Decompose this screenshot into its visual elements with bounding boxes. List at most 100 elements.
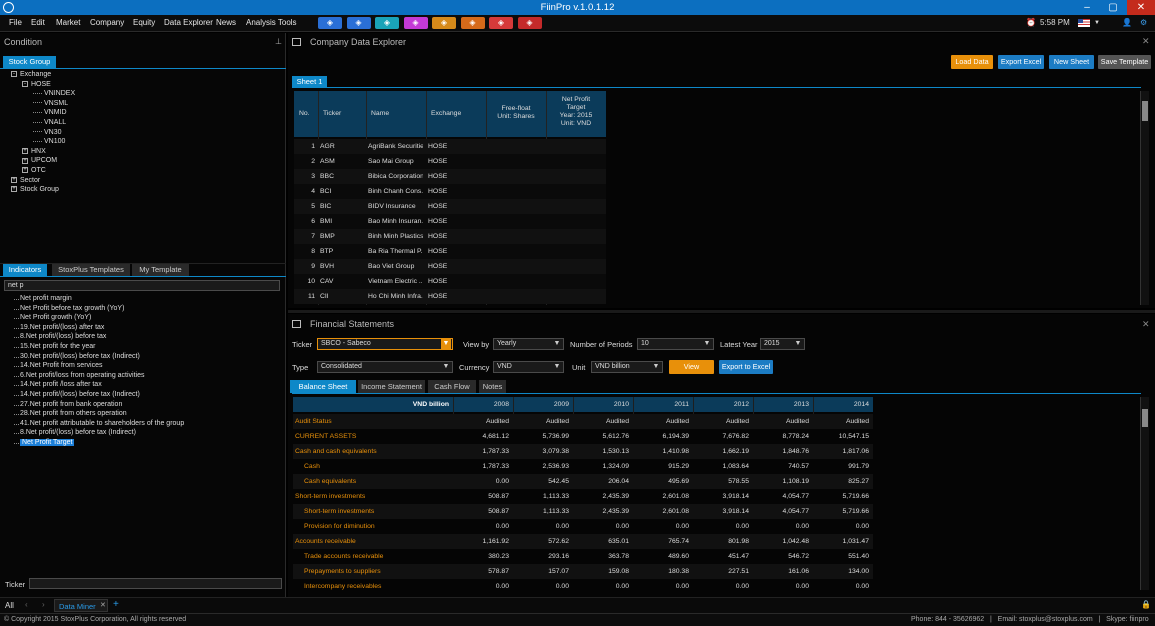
indicator-item[interactable]: 8.Net profit/(loss) before tax (Indirect… (20, 429, 136, 436)
save-template-button[interactable]: Save Template (1098, 55, 1151, 69)
year-header[interactable]: 2011 (633, 401, 689, 408)
alarm-icon[interactable]: ⏰ (1026, 18, 1036, 27)
year-header[interactable]: 2010 (573, 401, 629, 408)
tab-stoxplus-templates[interactable]: StoxPlus Templates (52, 264, 130, 276)
year-header[interactable]: 2008 (453, 401, 509, 408)
menu-edit[interactable]: Edit (31, 18, 45, 27)
expand-icon[interactable]: + (22, 147, 28, 154)
tab-indicators[interactable]: Indicators (3, 264, 47, 276)
chevron-right-icon[interactable]: › (42, 600, 45, 609)
expand-icon[interactable]: + (22, 157, 28, 164)
menu-company[interactable]: Company (90, 18, 124, 27)
tree-node[interactable]: + Stock Group (11, 186, 59, 193)
viewby-select[interactable]: Yearly ▼ (493, 338, 564, 350)
indicator-search-input[interactable]: net p (4, 280, 280, 291)
expand-icon[interactable]: - (22, 80, 28, 87)
quick-access-button-1[interactable]: ◈ (318, 17, 342, 29)
quick-access-button-6[interactable]: ◈ (460, 17, 485, 29)
tree-node[interactable]: VN30 (33, 129, 62, 136)
indicator-item[interactable]: 6.Net profit/loss from operating activit… (20, 372, 145, 379)
minimize-button[interactable]: – (1074, 0, 1100, 15)
close-button[interactable]: ✕ (1127, 0, 1155, 15)
quick-access-button-2[interactable]: ◈ (346, 17, 371, 29)
fs-scrollbar[interactable] (1140, 397, 1149, 590)
expand-icon[interactable]: + (22, 167, 28, 174)
expand-icon[interactable]: - (11, 71, 17, 78)
indicator-item[interactable]: 28.Net profit from others operation (20, 410, 127, 417)
indicator-item[interactable]: 14.Net profit/(loss) before tax (Indirec… (20, 391, 140, 398)
tree-node[interactable]: VNALL (33, 119, 66, 126)
new-sheet-button[interactable]: New Sheet (1049, 55, 1094, 69)
user-icon[interactable]: 👤 (1122, 18, 1132, 27)
export-to-excel-button[interactable]: Export to Excel (719, 360, 773, 374)
latest-year-select[interactable]: 2015 ▼ (760, 338, 805, 350)
indicator-item[interactable]: Net Profit Target (20, 439, 75, 446)
indicator-item[interactable]: 41.Net profit attributable to shareholde… (20, 420, 184, 427)
quick-access-button-5[interactable]: ◈ (432, 17, 456, 29)
tree-node[interactable]: + HNX (22, 148, 46, 155)
tree-node[interactable]: + Sector (11, 177, 40, 184)
all-tabs-button[interactable]: All (5, 601, 14, 610)
tree-node[interactable]: VNSML (33, 100, 68, 107)
view-button[interactable]: View (669, 360, 714, 374)
tab-notes[interactable]: Notes (479, 380, 506, 393)
load-data-button[interactable]: Load Data (951, 55, 993, 69)
tree-node[interactable]: - Exchange (11, 71, 51, 78)
chevron-left-icon[interactable]: ‹ (25, 600, 28, 609)
menu-data-explorer[interactable]: Data Explorer (164, 18, 213, 27)
expand-icon[interactable]: + (11, 176, 17, 183)
pin-icon[interactable]: ⊥ (275, 37, 282, 46)
unit-select[interactable]: VND billion ▼ (591, 361, 663, 373)
tree-node[interactable]: VN100 (33, 138, 65, 145)
tree-node[interactable]: + UPCOM (22, 157, 57, 164)
indicator-item[interactable]: Net Profit growth (YoY) (20, 314, 91, 321)
tab-data-miner[interactable]: Data Miner ✕ (54, 599, 108, 612)
close-panel-icon[interactable]: ✕ (1142, 36, 1150, 47)
language-flag-icon[interactable] (1078, 19, 1090, 27)
explorer-scrollbar[interactable] (1140, 91, 1149, 305)
tree-node[interactable]: - HOSE (22, 81, 51, 88)
indicator-item[interactable]: 8.Net profit/(loss) before tax (20, 333, 106, 340)
year-header[interactable]: 2014 (813, 401, 869, 408)
close-panel-icon[interactable]: ✕ (1142, 319, 1150, 330)
tab-sheet-1[interactable]: Sheet 1 (292, 76, 327, 87)
column-header[interactable]: Exchange (426, 110, 486, 118)
quick-access-button-4[interactable]: ◈ (403, 17, 428, 29)
maximize-button[interactable]: ▢ (1100, 0, 1126, 15)
gear-icon[interactable]: ⚙ (1140, 18, 1147, 27)
quick-access-button-8[interactable]: ◈ (517, 17, 542, 29)
indicator-item[interactable]: Net Profit before tax growth (YoY) (20, 305, 124, 312)
year-header[interactable]: 2013 (753, 401, 809, 408)
type-select[interactable]: Consolidated ▼ (317, 361, 453, 373)
tab-stock-group[interactable]: Stock Group (3, 56, 56, 68)
year-header[interactable]: 2009 (513, 401, 569, 408)
year-header[interactable]: 2012 (693, 401, 749, 408)
indicator-item[interactable]: 19.Net profit/(loss) after tax (20, 324, 104, 331)
indicator-item[interactable]: 14.Net Profit from services (20, 362, 102, 369)
periods-select[interactable]: 10 ▼ (637, 338, 714, 350)
tree-node[interactable]: + OTC (22, 167, 46, 174)
tab-balance-sheet[interactable]: Balance Sheet (290, 380, 356, 393)
panel-splitter[interactable] (288, 310, 1155, 313)
menu-file[interactable]: File (9, 18, 22, 27)
indicator-item[interactable]: Net profit margin (20, 295, 72, 302)
tab-cash-flow[interactable]: Cash Flow (428, 380, 476, 393)
fs-ticker-select[interactable]: SBCO - Sabeco ▼ (317, 338, 453, 350)
lock-icon[interactable]: 🔒 (1141, 600, 1151, 609)
expand-icon[interactable]: + (11, 186, 17, 193)
indicator-item[interactable]: 30.Net profit/(loss) before tax (Indirec… (20, 353, 140, 360)
column-header[interactable]: No. (294, 110, 318, 118)
tab-income-statement[interactable]: Income Statement (358, 380, 425, 393)
menu-market[interactable]: Market (56, 18, 80, 27)
menu-equity[interactable]: Equity (133, 18, 155, 27)
menu-news[interactable]: News (216, 18, 236, 27)
quick-access-button-7[interactable]: ◈ (489, 17, 513, 29)
add-tab-icon[interactable]: + (113, 599, 119, 610)
indicator-item[interactable]: 15.Net profit for the year (20, 343, 95, 350)
indicator-item[interactable]: 27.Net profit from bank operation (20, 401, 122, 408)
column-header[interactable]: Ticker (318, 110, 366, 118)
tree-node[interactable]: VNMID (33, 109, 67, 116)
quick-access-button-3[interactable]: ◈ (375, 17, 399, 29)
close-tab-icon[interactable]: ✕ (100, 601, 106, 609)
currency-select[interactable]: VND ▼ (493, 361, 564, 373)
